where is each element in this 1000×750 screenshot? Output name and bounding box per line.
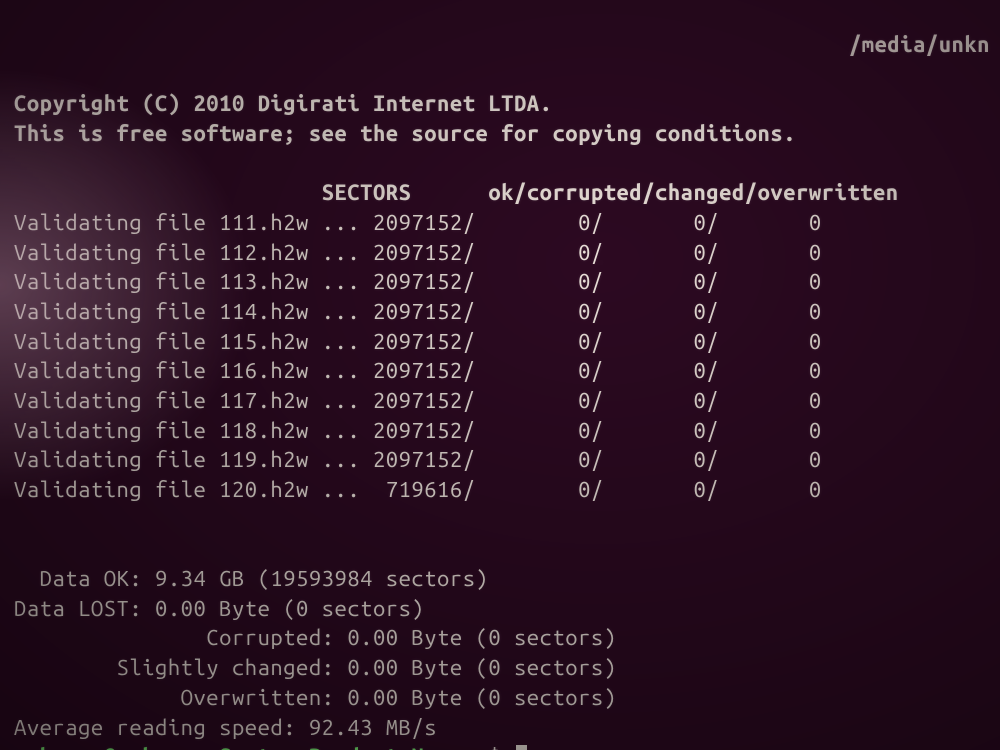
summary-corrupted: Corrupted: 0.00 Byte (0 sectors) bbox=[14, 625, 617, 650]
summary-speed: Average reading speed: 92.43 MB/s bbox=[14, 715, 437, 740]
copyright-line: Copyright (C) 2010 Digirati Internet LTD… bbox=[14, 91, 552, 116]
path-fragment: /media/unkn bbox=[14, 30, 990, 60]
prompt-user-host: unknown@unknown-System-Product-Name bbox=[14, 744, 463, 750]
summary-data-lost: Data LOST: 0.00 Byte (0 sectors) bbox=[14, 596, 424, 621]
prompt-symbol: $ bbox=[488, 744, 501, 750]
terminal-output[interactable]: /media/unkn Copyright (C) 2010 Digirati … bbox=[0, 0, 1000, 750]
validation-rows: Validating file 111.h2w ... 2097152/ 0/ … bbox=[14, 208, 990, 505]
summary-overwritten: Overwritten: 0.00 Byte (0 sectors) bbox=[14, 685, 617, 710]
summary-data-ok: Data OK: 9.34 GB (19593984 sectors) bbox=[14, 566, 488, 591]
column-headers: SECTORS ok/corrupted/changed/overwritten bbox=[14, 180, 899, 205]
summary-changed: Slightly changed: 0.00 Byte (0 sectors) bbox=[14, 655, 617, 680]
prompt-sep: : bbox=[463, 744, 476, 750]
prompt-cwd: ~ bbox=[476, 744, 489, 750]
license-line: This is free software; see the source fo… bbox=[14, 121, 796, 146]
cursor-icon bbox=[516, 745, 527, 750]
shell-prompt[interactable]: unknown@unknown-System-Product-Name:~$ bbox=[14, 744, 527, 750]
